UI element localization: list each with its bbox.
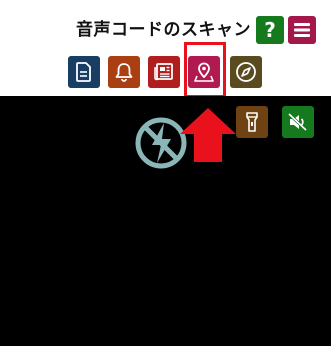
map-pin-icon: [194, 62, 214, 82]
compass-icon: [236, 62, 256, 82]
mute-button[interactable]: [282, 106, 314, 138]
volume-mute-icon: [288, 113, 308, 131]
mode-location-button[interactable]: [188, 56, 220, 88]
pointer-arrow: [180, 108, 236, 162]
header: 音声コードのスキャン ?: [0, 0, 331, 98]
page-title: 音声コードのスキャン: [76, 20, 251, 40]
bell-icon: [115, 63, 133, 82]
torch-button[interactable]: [236, 106, 268, 138]
document-icon: [76, 62, 91, 82]
menu-button[interactable]: [288, 16, 316, 44]
mode-newspaper-button[interactable]: [148, 56, 180, 88]
mode-notification-button[interactable]: [108, 56, 140, 88]
newspaper-icon: [154, 63, 173, 81]
help-button[interactable]: ?: [256, 16, 284, 44]
mode-document-button[interactable]: [68, 56, 100, 88]
scanner-screen: 音声コードのスキャン ?: [0, 0, 331, 346]
flashlight-icon: [246, 112, 258, 132]
help-label: ?: [264, 18, 276, 42]
mode-compass-button[interactable]: [230, 56, 262, 88]
hamburger-icon: [294, 23, 310, 37]
